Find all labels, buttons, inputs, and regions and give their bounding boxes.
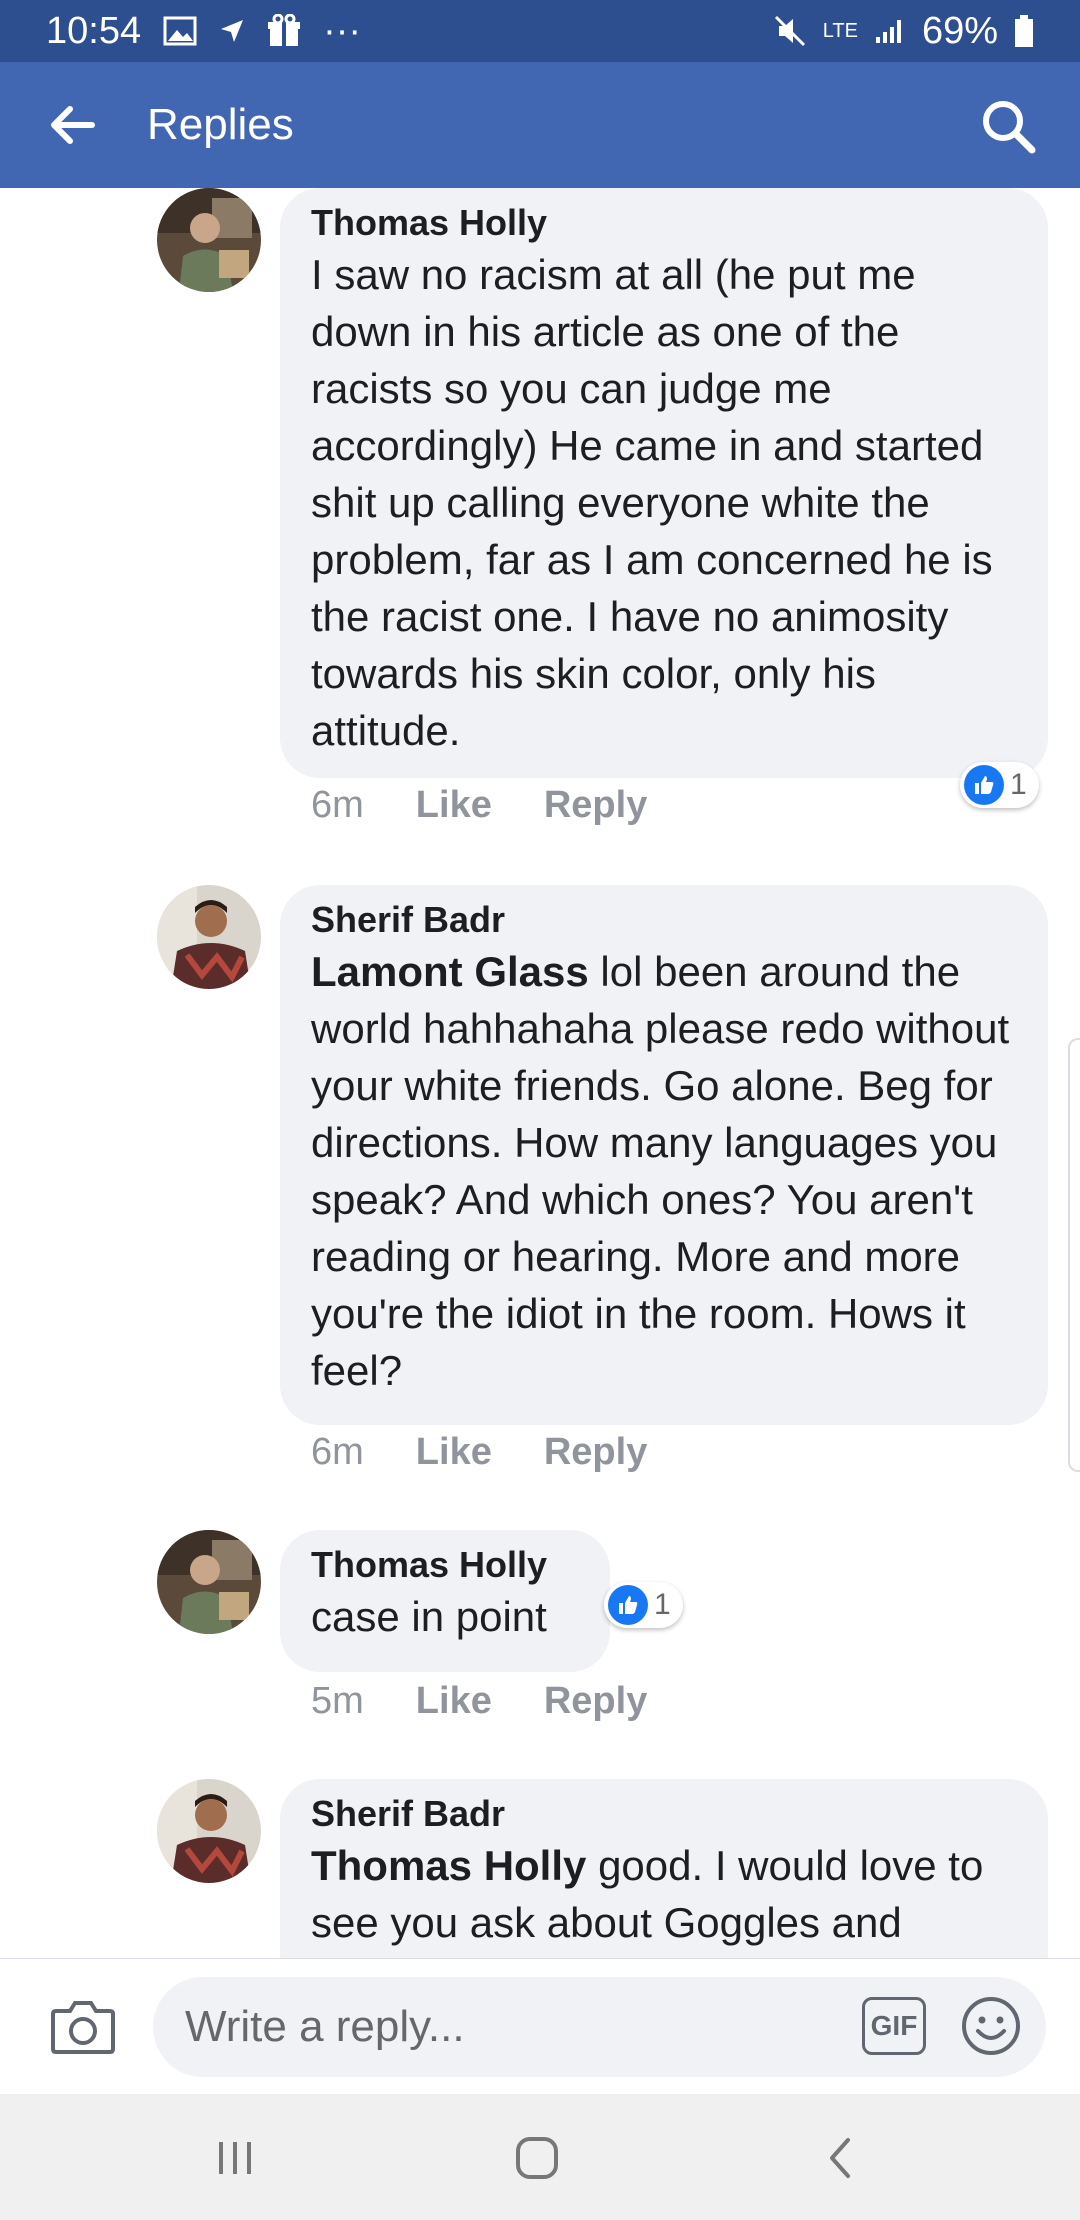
app-bar: Replies: [0, 62, 1080, 188]
comment-bubble[interactable]: Thomas Holly I saw no racism at all (he …: [280, 188, 1048, 778]
reply-button[interactable]: Reply: [544, 784, 647, 827]
reply-button[interactable]: Reply: [544, 1680, 647, 1723]
system-nav-bar: [0, 2094, 1080, 2220]
smiley-icon: [962, 1997, 1020, 2055]
comment-author[interactable]: Sherif Badr: [311, 897, 1018, 943]
comment-timestamp: 5m: [311, 1680, 364, 1722]
signal-icon: [874, 17, 906, 45]
location-arrow-icon: [219, 18, 245, 44]
reaction-badge[interactable]: 1: [604, 1582, 683, 1628]
comment-author[interactable]: Thomas Holly: [311, 200, 1018, 246]
more-notifications-icon: ···: [323, 9, 362, 52]
comment-bubble[interactable]: Thomas Holly case in point: [280, 1530, 610, 1672]
scroll-indicator[interactable]: [1068, 1038, 1080, 1472]
like-button[interactable]: Like: [416, 784, 492, 827]
emoji-button[interactable]: [960, 1995, 1022, 2057]
gif-button[interactable]: GIF: [862, 1997, 926, 2055]
comment-actions: 5m Like Reply: [311, 1680, 647, 1723]
comment-bubble[interactable]: Sherif Badr Thomas Holly good. I would l…: [280, 1779, 1048, 1958]
replies-feed[interactable]: Thomas Holly I saw no racism at all (he …: [0, 188, 1080, 1958]
mention-link[interactable]: Thomas Holly: [311, 1842, 586, 1889]
comment-actions: 6m Like Reply: [311, 1431, 647, 1474]
back-nav-button[interactable]: [810, 2130, 870, 2186]
battery-level: 69%: [921, 9, 998, 52]
search-button[interactable]: [980, 98, 1036, 154]
comment-timestamp: 6m: [311, 784, 364, 826]
avatar[interactable]: [157, 1779, 261, 1883]
avatar[interactable]: [157, 885, 261, 989]
comment-text: Thomas Holly good. I would love to see y…: [311, 1837, 1018, 1951]
home-button[interactable]: [507, 2130, 567, 2186]
clock: 10:54: [46, 9, 142, 52]
comment-author[interactable]: Thomas Holly: [311, 1542, 580, 1588]
mute-icon: [773, 14, 807, 48]
comment-text: case in point: [311, 1593, 547, 1640]
comment-bubble[interactable]: Sherif Badr Lamont Glass lol been around…: [280, 885, 1048, 1425]
thumbs-up-icon: [964, 765, 1004, 805]
thumbs-up-icon: [608, 1585, 648, 1625]
reply-button[interactable]: Reply: [544, 1431, 647, 1474]
like-button[interactable]: Like: [416, 1431, 492, 1474]
search-icon: [983, 101, 1036, 154]
comment-actions: 6m Like Reply: [311, 784, 647, 827]
recent-apps-icon: [219, 2142, 251, 2174]
comment-author[interactable]: Sherif Badr: [311, 1791, 1018, 1837]
back-button[interactable]: [44, 99, 100, 151]
reaction-badge[interactable]: 1: [960, 762, 1039, 808]
avatar[interactable]: [157, 1530, 261, 1634]
comment-text: Lamont Glass lol been around the world h…: [311, 943, 1018, 1399]
like-button[interactable]: Like: [416, 1680, 492, 1723]
gallery-icon: [163, 16, 197, 46]
recent-apps-button[interactable]: [205, 2130, 265, 2186]
reaction-count: 1: [654, 1588, 671, 1621]
gift-icon: [267, 14, 301, 48]
battery-icon: [1014, 14, 1034, 48]
page-title: Replies: [147, 100, 294, 149]
camera-button[interactable]: [50, 1997, 116, 2055]
home-icon: [516, 2137, 558, 2179]
arrow-left-icon: [51, 106, 95, 144]
comment-body: lol been around the world hahhahaha plea…: [311, 948, 1010, 1394]
reply-composer: Write a reply... GIF: [0, 1958, 1080, 2094]
camera-icon: [51, 2001, 115, 2054]
network-type: LTE: [822, 20, 858, 42]
comment-timestamp: 6m: [311, 1431, 364, 1473]
comment-text: I saw no racism at all (he put me down i…: [311, 251, 993, 754]
avatar[interactable]: [157, 188, 261, 292]
mention-link[interactable]: Lamont Glass: [311, 948, 589, 995]
reaction-count: 1: [1010, 768, 1027, 801]
chevron-left-icon: [830, 2138, 850, 2178]
status-bar: 10:54 ··· LTE 69%: [0, 0, 1080, 62]
